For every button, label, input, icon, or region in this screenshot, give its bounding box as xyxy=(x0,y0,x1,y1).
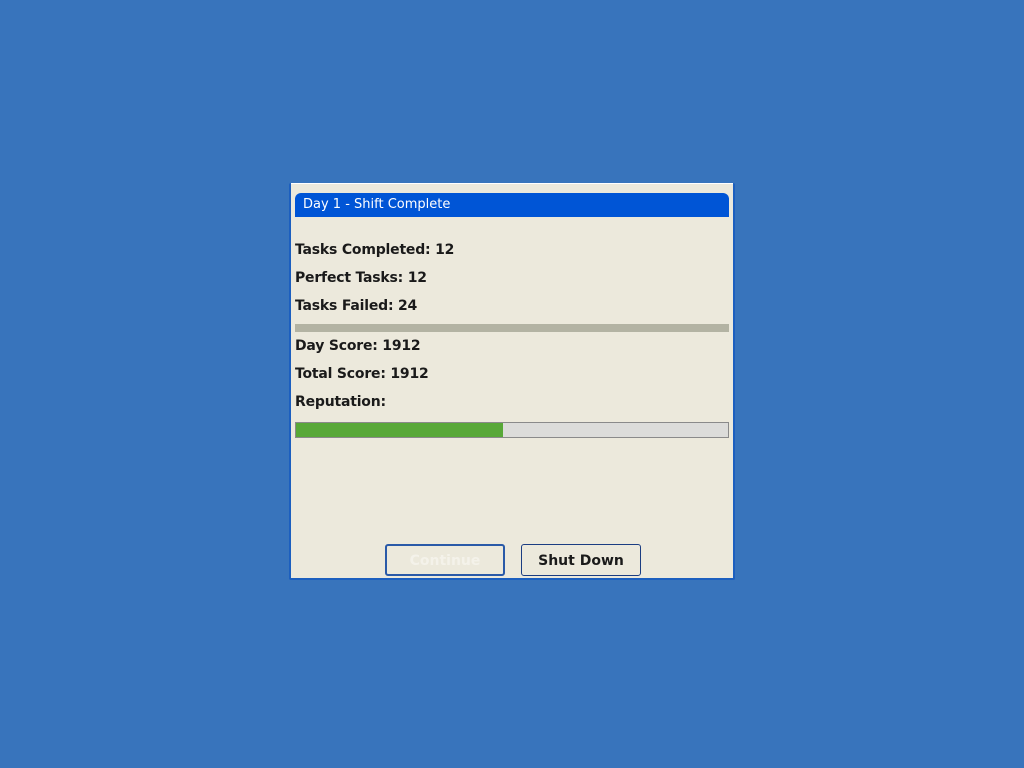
dialog-titlebar: Day 1 - Shift Complete xyxy=(295,193,729,217)
dialog-title: Day 1 - Shift Complete xyxy=(303,197,451,212)
total-score-label: Total Score: 1912 xyxy=(295,366,429,382)
reputation-bar-fill xyxy=(296,423,504,437)
continue-button[interactable]: Continue xyxy=(385,544,505,576)
stats-separator xyxy=(295,324,729,332)
perfect-tasks-label: Perfect Tasks: 12 xyxy=(295,270,427,286)
tasks-failed-label: Tasks Failed: 24 xyxy=(295,298,418,314)
reputation-label: Reputation: xyxy=(295,394,386,410)
reputation-bar xyxy=(295,422,729,438)
shut-down-button[interactable]: Shut Down xyxy=(521,544,641,576)
dialog-body: Day 1 - Shift Complete Tasks Completed: … xyxy=(291,183,733,579)
shift-complete-dialog: Day 1 - Shift Complete Tasks Completed: … xyxy=(289,183,735,580)
tasks-completed-label: Tasks Completed: 12 xyxy=(295,242,455,258)
day-score-label: Day Score: 1912 xyxy=(295,338,421,354)
